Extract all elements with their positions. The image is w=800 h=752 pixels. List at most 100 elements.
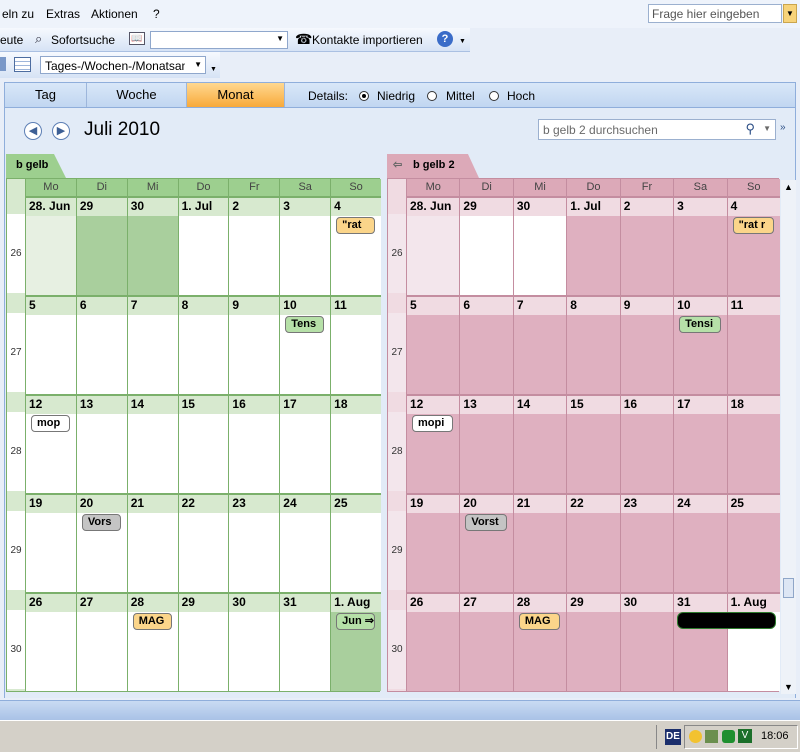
day-cell[interactable]: 1. Aug	[726, 592, 780, 691]
appointment[interactable]: "rat	[336, 217, 375, 234]
tray-outlook-icon[interactable]	[689, 730, 702, 743]
day-cell[interactable]: 9	[228, 295, 280, 394]
forward-arrow-icon[interactable]: ▶	[52, 122, 70, 140]
day-cell[interactable]: 19	[25, 493, 76, 592]
day-cell[interactable]: 25	[726, 493, 780, 592]
day-cell[interactable]: 23	[228, 493, 280, 592]
appointment[interactable]: Jun ⇒	[336, 613, 375, 630]
day-cell[interactable]: 6	[459, 295, 513, 394]
radio-hoch[interactable]	[489, 91, 499, 101]
appointment[interactable]: mopi	[412, 415, 454, 432]
day-cell[interactable]: 30	[619, 592, 674, 691]
day-cell[interactable]: 20	[459, 493, 513, 592]
week-number[interactable]: 27	[7, 313, 25, 392]
day-cell[interactable]: 22	[566, 493, 620, 592]
language-indicator[interactable]: DE	[665, 729, 681, 745]
calendar-view-icon[interactable]	[14, 57, 31, 72]
back-arrow-icon[interactable]: ◀	[24, 122, 42, 140]
day-cell[interactable]: 7	[512, 295, 567, 394]
day-cell[interactable]: 3	[279, 196, 331, 295]
day-cell[interactable]: 5	[25, 295, 76, 394]
search-input[interactable]: b gelb 2 durchsuchen ⚲ ▼	[538, 119, 776, 140]
tab-day[interactable]: Tag	[5, 83, 87, 107]
tab-month[interactable]: Monat	[187, 83, 285, 107]
day-cell[interactable]: 21	[126, 493, 178, 592]
week-number[interactable]: 29	[7, 511, 25, 590]
appointment[interactable]: MAG	[132, 613, 172, 630]
day-cell[interactable]: 11	[330, 295, 381, 394]
vertical-scrollbar[interactable]: ▲ ▼	[781, 180, 796, 694]
day-cell[interactable]: 2	[228, 196, 280, 295]
appointment[interactable]: Vorst	[465, 514, 507, 531]
appointment[interactable]: Tens	[285, 316, 325, 333]
day-cell[interactable]: 14	[126, 394, 178, 493]
radio-niedrig[interactable]	[359, 91, 369, 101]
day-cell[interactable]: 29	[459, 196, 513, 295]
day-cell[interactable]: 24	[673, 493, 727, 592]
quick-search-button[interactable]: Sofortsuche	[51, 33, 115, 47]
expand-icon[interactable]: »	[780, 122, 786, 133]
scroll-thumb[interactable]	[783, 578, 794, 598]
day-cell[interactable]: 16	[619, 394, 674, 493]
day-cell[interactable]: 28. Jun	[406, 196, 460, 295]
day-cell[interactable]: 17	[279, 394, 331, 493]
toolbar-options-icon[interactable]: ▼	[210, 66, 217, 73]
day-cell[interactable]: 24	[279, 493, 331, 592]
day-cell[interactable]: 23	[619, 493, 674, 592]
day-cell[interactable]: 8	[566, 295, 620, 394]
day-cell[interactable]: 2	[619, 196, 674, 295]
day-cell[interactable]: 4	[330, 196, 381, 295]
toolbar-partial-label[interactable]: eute	[0, 33, 23, 47]
day-cell[interactable]: 18	[726, 394, 780, 493]
appointment[interactable]: Vors	[81, 514, 121, 531]
day-cell[interactable]: 7	[126, 295, 178, 394]
week-number[interactable]: 30	[7, 610, 25, 689]
day-cell[interactable]: 10	[673, 295, 727, 394]
search-icon[interactable]: ⚲	[745, 121, 755, 137]
scroll-up-icon[interactable]: ▲	[784, 182, 793, 192]
day-cell[interactable]: 16	[228, 394, 280, 493]
day-cell[interactable]: 1. Aug	[330, 592, 381, 691]
menu-item-zu[interactable]: eln zu	[2, 7, 34, 21]
day-cell[interactable]: 10	[279, 295, 331, 394]
day-cell[interactable]: 29	[177, 592, 229, 691]
day-cell[interactable]: 15	[566, 394, 620, 493]
import-contacts-button[interactable]: Kontakte importieren	[312, 33, 423, 47]
redacted-appointment[interactable]	[677, 612, 776, 629]
day-cell[interactable]: 1. Jul	[177, 196, 229, 295]
day-cell[interactable]: 28. Jun	[25, 196, 76, 295]
tray-network-icon[interactable]	[705, 730, 718, 743]
week-number[interactable]: 30	[388, 610, 406, 689]
day-cell[interactable]: 27	[75, 592, 127, 691]
week-number[interactable]: 26	[7, 214, 25, 293]
day-cell[interactable]: 12	[406, 394, 460, 493]
week-number[interactable]: 26	[388, 214, 406, 293]
day-cell[interactable]: 8	[177, 295, 229, 394]
help-icon[interactable]: ?	[437, 31, 453, 47]
day-cell[interactable]: 20	[75, 493, 127, 592]
day-cell[interactable]: 3	[673, 196, 727, 295]
day-cell[interactable]: 27	[459, 592, 513, 691]
day-cell[interactable]: 30	[126, 196, 178, 295]
day-cell[interactable]: 11	[726, 295, 780, 394]
day-cell[interactable]: 5	[406, 295, 460, 394]
calendar-tab-b-gelb-2[interactable]: ⇦ b gelb 2	[387, 154, 479, 178]
day-cell[interactable]: 15	[177, 394, 229, 493]
menu-item-help[interactable]: ?	[153, 7, 160, 21]
week-number[interactable]: 29	[388, 511, 406, 590]
day-cell[interactable]: 28	[512, 592, 567, 691]
day-cell[interactable]: 28	[126, 592, 178, 691]
tray-update-icon[interactable]: V	[738, 729, 752, 743]
day-cell[interactable]: 29	[75, 196, 127, 295]
day-cell[interactable]: 1. Jul	[566, 196, 620, 295]
ask-question-input[interactable]: Frage hier eingeben	[648, 4, 782, 23]
day-cell[interactable]: 25	[330, 493, 381, 592]
day-cell[interactable]: 12	[25, 394, 76, 493]
day-cell[interactable]: 19	[406, 493, 460, 592]
overlay-arrow-icon[interactable]: ⇦	[393, 158, 402, 171]
day-cell[interactable]: 29	[566, 592, 620, 691]
menu-item-extras[interactable]: Extras	[46, 7, 80, 21]
day-cell[interactable]: 13	[459, 394, 513, 493]
day-cell[interactable]: 4	[726, 196, 780, 295]
day-cell[interactable]: 22	[177, 493, 229, 592]
